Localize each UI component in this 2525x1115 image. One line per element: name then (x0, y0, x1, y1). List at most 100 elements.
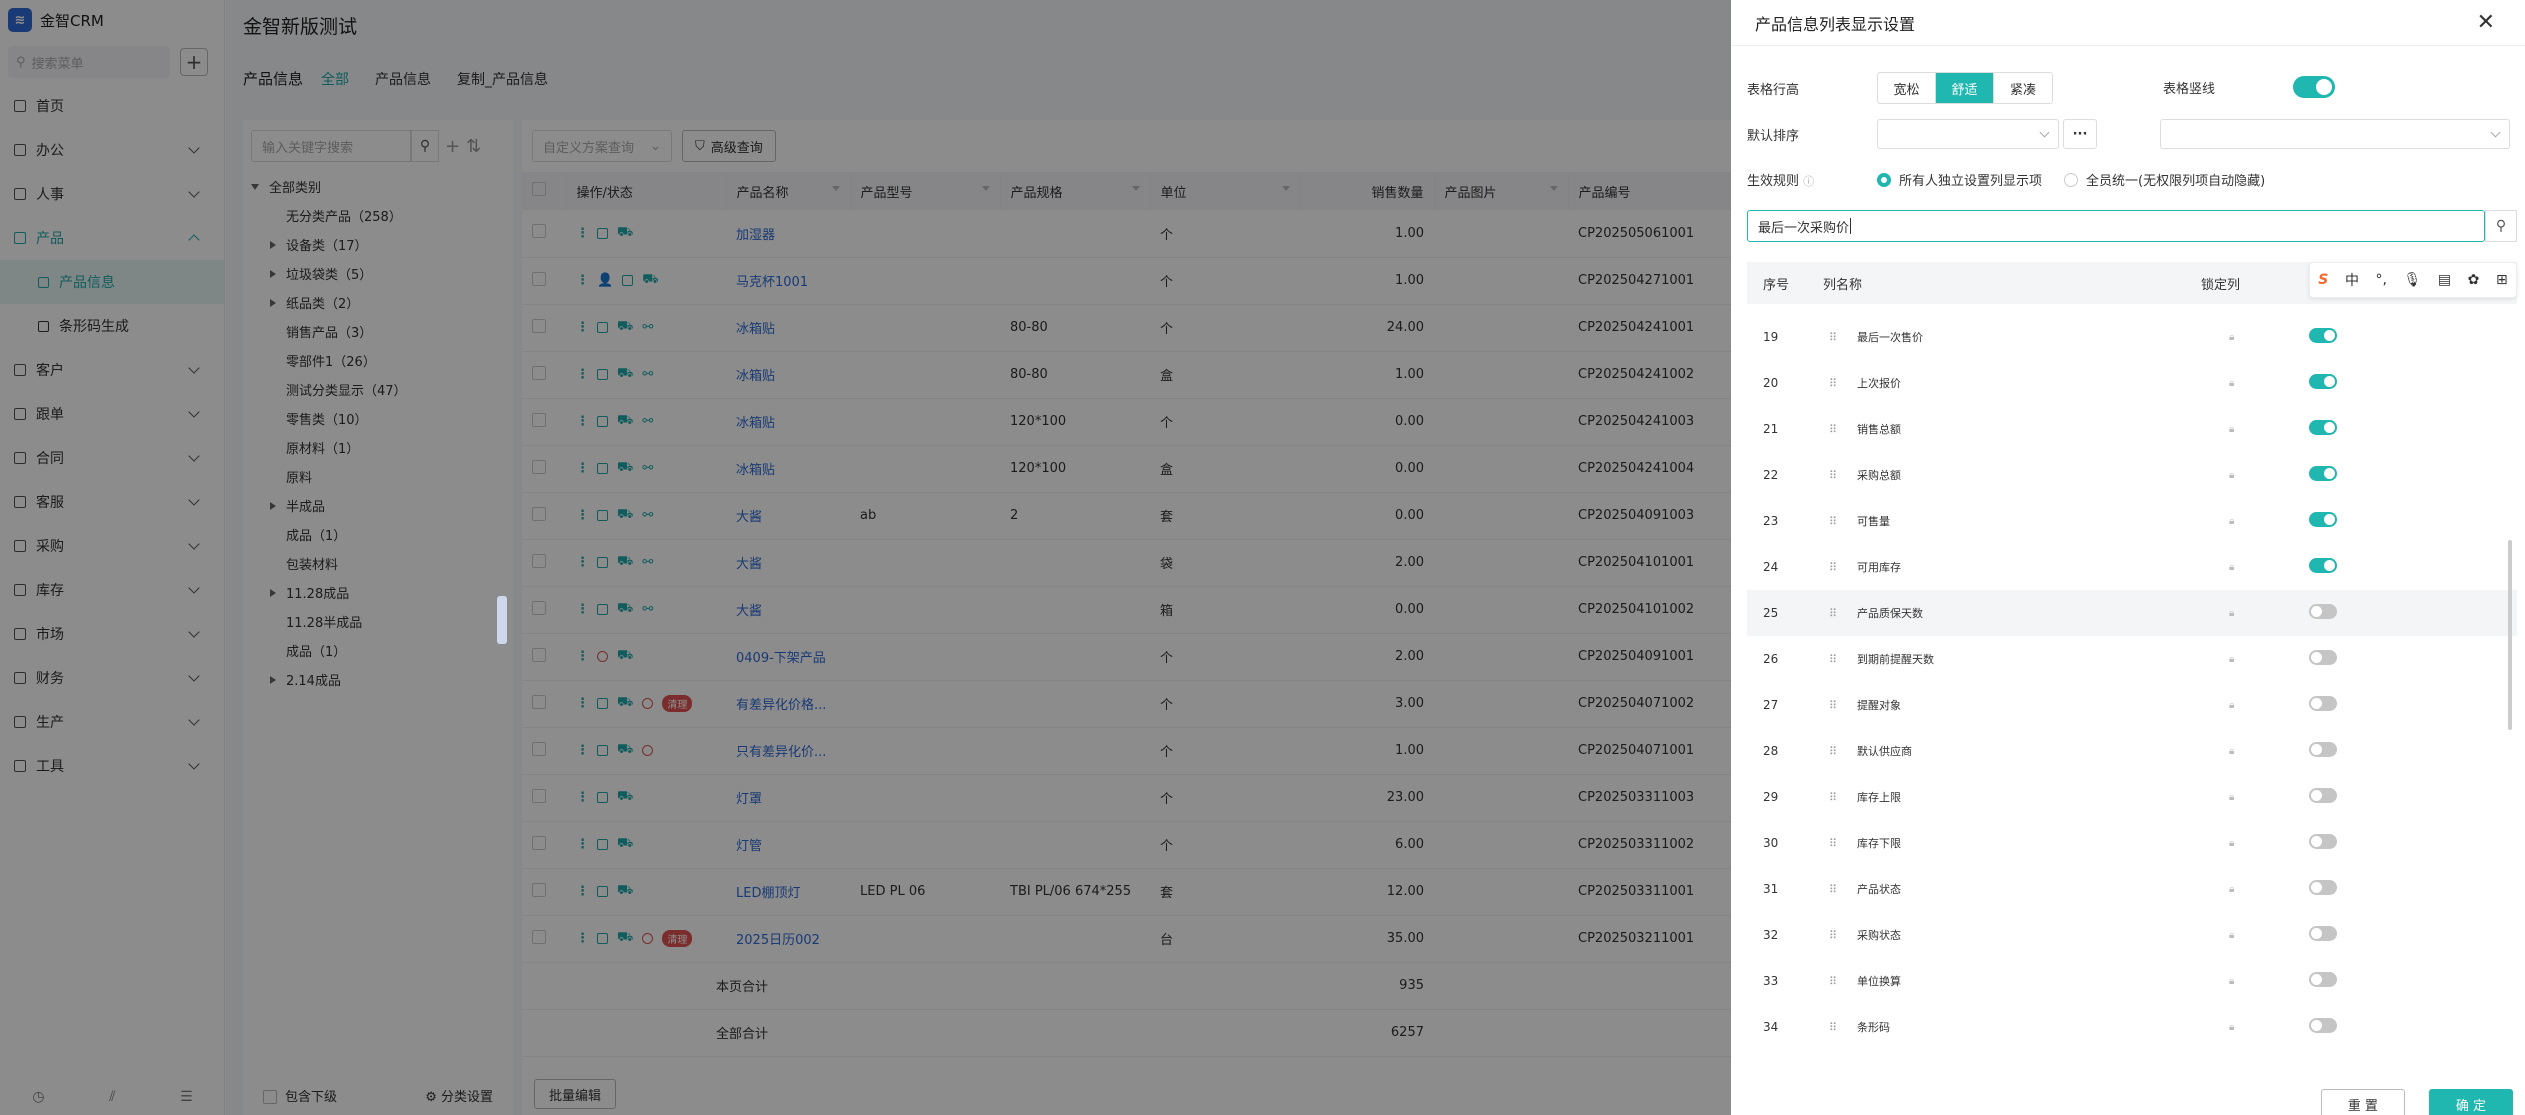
column-list-item: 26 ⠿ 到期前提醒天数 🔒︎ (1747, 636, 2517, 682)
ime-lang-toggle[interactable]: 中 (2345, 270, 2359, 290)
drag-handle-icon[interactable]: ⠿ (1795, 791, 1837, 804)
rule-option-independent[interactable]: 所有人独立设置列显示项 (1877, 170, 2042, 189)
drag-handle-icon[interactable]: ⠿ (1795, 837, 1837, 850)
drag-handle-icon[interactable]: ⠿ (1795, 929, 1837, 942)
lock-icon[interactable]: 🔒︎ (2219, 700, 2309, 711)
drag-handle-icon[interactable]: ⠿ (1795, 975, 1837, 988)
lock-icon[interactable]: 🔒︎ (2219, 1022, 2309, 1033)
row-height-compact[interactable]: 紧凑 (1994, 73, 2052, 103)
visibility-toggle[interactable] (2309, 604, 2337, 619)
lock-icon[interactable]: 🔒︎ (2219, 424, 2309, 435)
visibility-toggle[interactable] (2309, 788, 2337, 803)
close-icon[interactable]: ✕ (2477, 10, 2495, 35)
keyboard-icon[interactable]: ▤ (2438, 272, 2451, 288)
drag-handle-icon[interactable]: ⠿ (1795, 607, 1837, 620)
rule-option-unified[interactable]: 全员统一(无权限列项自动隐藏) (2064, 170, 2265, 189)
drag-handle-icon[interactable]: ⠿ (1795, 883, 1837, 896)
lock-icon[interactable]: 🔒︎ (2219, 608, 2309, 619)
list-scrollbar[interactable] (2508, 540, 2512, 730)
drag-handle-icon[interactable]: ⠿ (1795, 653, 1837, 666)
lock-icon[interactable]: 🔒︎ (2219, 470, 2309, 481)
column-list-item: 31 ⠿ 产品状态 🔒︎ (1747, 866, 2517, 912)
column-name: 到期前提醒天数 (1857, 653, 1934, 666)
drag-handle-icon[interactable]: ⠿ (1795, 515, 1837, 528)
visibility-toggle[interactable] (2309, 880, 2337, 895)
column-no: 26 (1763, 652, 1779, 666)
lock-icon[interactable]: 🔒︎ (2219, 378, 2309, 389)
lock-icon[interactable]: 🔒︎ (2219, 654, 2309, 665)
column-list-item: 24 ⠿ 可用库存 🔒︎ (1747, 544, 2517, 590)
visibility-toggle[interactable] (2309, 834, 2337, 849)
column-no: 25 (1763, 606, 1779, 620)
visibility-toggle[interactable] (2309, 420, 2337, 435)
visibility-toggle[interactable] (2309, 558, 2337, 573)
column-list-item: 20 ⠿ 上次报价 🔒︎ (1747, 360, 2517, 406)
modal-mask[interactable] (0, 0, 1731, 1115)
effect-rule-text: 生效规则 (1747, 174, 1800, 189)
column-no: 24 (1763, 560, 1779, 574)
vertical-lines-label: 表格竖线 (2163, 81, 2216, 97)
visibility-toggle[interactable] (2309, 650, 2337, 665)
lock-icon[interactable]: 🔒︎ (2219, 792, 2309, 803)
column-no: 28 (1763, 744, 1779, 758)
search-icon: ⚲ (2495, 218, 2507, 234)
column-list-item: 33 ⠿ 单位换算 🔒︎ (1747, 958, 2517, 1004)
sort-more-button[interactable]: ··· (2063, 119, 2097, 149)
reset-button[interactable]: 重 置 (2320, 1089, 2405, 1115)
col-lock-header: 锁定列 (2201, 277, 2241, 293)
row-height-comfortable[interactable]: 舒适 (1936, 73, 1994, 103)
lock-icon[interactable]: 🔒︎ (2219, 746, 2309, 757)
chevron-down-icon (2490, 127, 2501, 137)
sort-order-select[interactable] (2160, 119, 2510, 149)
visibility-toggle[interactable] (2309, 926, 2337, 941)
microphone-icon[interactable]: 🎙 (2404, 272, 2422, 288)
drag-handle-icon[interactable]: ⠿ (1795, 377, 1837, 390)
grid-menu-icon[interactable]: ⊞ (2496, 272, 2508, 288)
drag-handle-icon[interactable]: ⠿ (1795, 1021, 1837, 1034)
column-name: 可用库存 (1857, 561, 1901, 574)
drag-handle-icon[interactable]: ⠿ (1795, 331, 1837, 344)
help-icon[interactable]: ⓘ (1803, 175, 1814, 188)
visibility-toggle[interactable] (2309, 972, 2337, 987)
app-root: ≋ 金智CRM ⚲ 搜索菜单 + 首页 办公 人事 产品 产品信息 条形码生成 客户 跟单 合同… (0, 0, 2525, 1115)
confirm-button[interactable]: 确 定 (2428, 1089, 2513, 1115)
visibility-toggle[interactable] (2309, 328, 2337, 343)
ime-punct-icon[interactable]: °, (2376, 272, 2387, 288)
visibility-toggle[interactable] (2309, 1018, 2337, 1033)
column-search-input[interactable]: 最后一次采购价 (1747, 210, 2485, 242)
drag-handle-icon[interactable]: ⠿ (1795, 423, 1837, 436)
ime-logo-icon[interactable]: S (2318, 272, 2328, 288)
lock-icon[interactable]: 🔒︎ (2219, 516, 2309, 527)
lock-icon[interactable]: 🔒︎ (2219, 332, 2309, 343)
column-no: 30 (1763, 836, 1779, 850)
column-no: 29 (1763, 790, 1779, 804)
column-no: 20 (1763, 376, 1779, 390)
column-search-button[interactable]: ⚲ (2485, 210, 2517, 242)
visibility-toggle[interactable] (2309, 466, 2337, 481)
effect-rule-label: 生效规则 ⓘ (1747, 170, 1877, 189)
visibility-toggle[interactable] (2309, 374, 2337, 389)
lock-icon[interactable]: 🔒︎ (2219, 884, 2309, 895)
visibility-toggle[interactable] (2309, 742, 2337, 757)
vertical-lines-toggle[interactable] (2293, 76, 2335, 98)
visibility-toggle[interactable] (2309, 696, 2337, 711)
row-height-loose[interactable]: 宽松 (1878, 73, 1936, 103)
lock-icon[interactable]: 🔒︎ (2219, 930, 2309, 941)
visibility-toggle[interactable] (2309, 512, 2337, 527)
drag-handle-icon[interactable]: ⠿ (1795, 469, 1837, 482)
drag-handle-icon[interactable]: ⠿ (1795, 699, 1837, 712)
column-name: 库存上限 (1857, 791, 1901, 804)
drawer-title: 产品信息列表显示设置 (1755, 14, 1916, 34)
tree-collapse-handle[interactable] (497, 596, 507, 644)
lock-icon[interactable]: 🔒︎ (2219, 562, 2309, 573)
column-no: 22 (1763, 468, 1779, 482)
skin-icon[interactable]: ✿ (2468, 272, 2480, 288)
lock-icon[interactable]: 🔒︎ (2219, 838, 2309, 849)
visibility-toggle-cell (2309, 466, 2389, 484)
sort-field-select[interactable] (1877, 119, 2059, 149)
lock-icon[interactable]: 🔒︎ (2219, 976, 2309, 987)
visibility-toggle-cell (2309, 972, 2389, 990)
drag-handle-icon[interactable]: ⠿ (1795, 561, 1837, 574)
drag-handle-icon[interactable]: ⠿ (1795, 745, 1837, 758)
column-no: 34 (1763, 1020, 1779, 1034)
